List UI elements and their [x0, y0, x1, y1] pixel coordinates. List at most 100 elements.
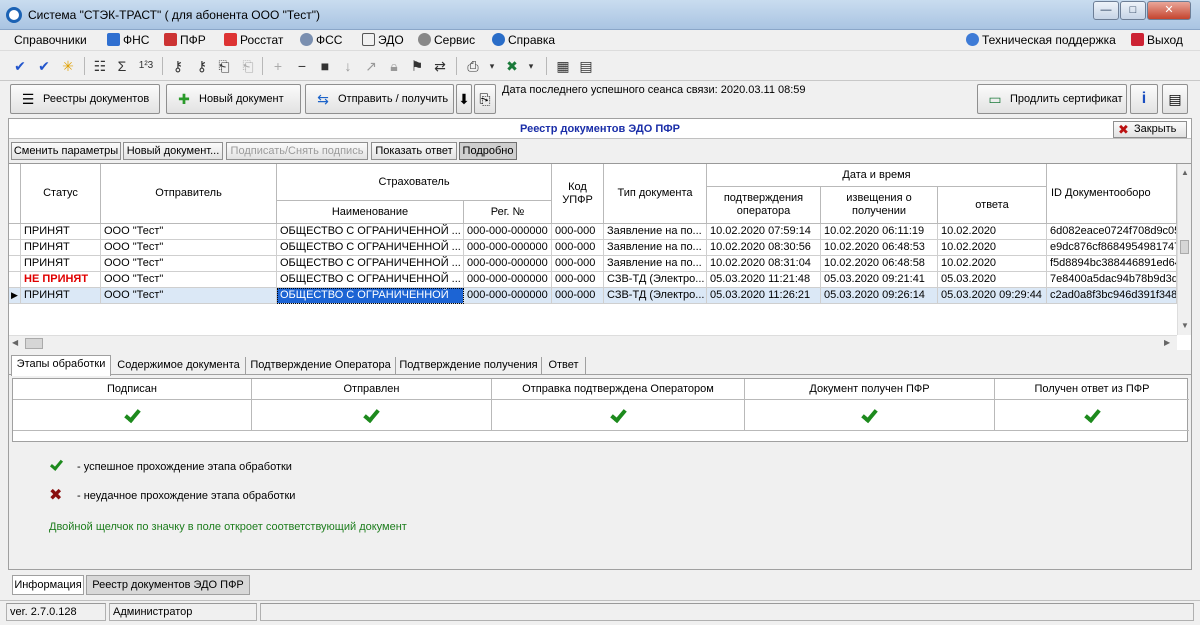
minus-icon[interactable]: −	[292, 56, 312, 76]
stage-sent-header: Отправлен	[252, 379, 492, 400]
cell-notice: 10.02.2020 06:48:58	[821, 256, 938, 272]
menu-help[interactable]: Справка	[492, 33, 555, 47]
header-sender[interactable]: Отправитель	[101, 164, 277, 224]
tab-edo-pfr-registry[interactable]: Реестр документов ЭДО ПФР	[86, 575, 250, 595]
new-document-button[interactable]: ✚ Новый документ	[166, 84, 301, 114]
close-window-button[interactable]: ✕	[1147, 1, 1191, 20]
cell-id: e9dc876cf8684954981747	[1047, 240, 1177, 256]
gear-icon	[418, 33, 431, 46]
table-row[interactable]: ПРИНЯТ ООО "Тест" ОБЩЕСТВО С ОГРАНИЧЕННО…	[9, 256, 1177, 272]
arrow-down-icon[interactable]: ↓	[338, 56, 358, 76]
tab-document-content[interactable]: Содержимое документа	[112, 357, 246, 375]
table-row[interactable]: ПРИНЯТ ООО "Тест" ОБЩЕСТВО С ОГРАНИЧЕННО…	[9, 224, 1177, 240]
renew-certificate-button[interactable]: ▭ Продлить сертификат	[977, 84, 1127, 114]
sum-icon[interactable]: Σ	[112, 56, 132, 76]
close-registry-button[interactable]: ✖ Закрыть	[1113, 121, 1187, 138]
registries-button[interactable]: ☰ Реестры документов	[10, 84, 160, 114]
support-menu[interactable]: Техническая поддержка	[966, 33, 1116, 47]
tab-operator-confirmation[interactable]: Подтверждение Оператора	[246, 357, 396, 375]
check-icon[interactable]	[1083, 405, 1101, 424]
maximize-button[interactable]: □	[1120, 1, 1146, 20]
check-icon[interactable]	[861, 405, 878, 424]
minimize-button[interactable]: —	[1093, 1, 1119, 20]
stage-signed-cell[interactable]	[13, 400, 252, 431]
table-row[interactable]: НЕ ПРИНЯТ ООО "Тест" ОБЩЕСТВО С ОГРАНИЧЕ…	[9, 272, 1177, 288]
transfer-icon[interactable]: ⇄	[430, 56, 450, 76]
header-answer[interactable]: ответа	[938, 187, 1047, 224]
chevron-down-icon[interactable]: ▾	[521, 56, 541, 76]
check-icon[interactable]: ✔	[10, 56, 30, 76]
header-flow-id[interactable]: ID Документооборо	[1047, 164, 1177, 224]
checklist-icon[interactable]: ☷	[90, 56, 110, 76]
cell-confirm: 10.02.2020 08:31:04	[707, 256, 821, 272]
header-reg[interactable]: Рег. №	[464, 201, 552, 224]
numbering-icon[interactable]: 1²3	[136, 56, 156, 76]
stage-operator-confirmed-cell[interactable]	[492, 400, 745, 431]
sparkle-icon[interactable]: ✳	[58, 56, 78, 76]
header-upfr[interactable]: Код УПФР	[552, 164, 604, 224]
menu-edo[interactable]: ЭДО	[362, 33, 404, 47]
scroll-down-icon[interactable]: ▼	[1181, 321, 1189, 330]
show-answer-button[interactable]: Показать ответ	[371, 142, 457, 160]
scroll-up-icon[interactable]: ▲	[1181, 168, 1189, 177]
menu-directories[interactable]: Справочники	[14, 33, 87, 47]
tab-processing-stages[interactable]: Этапы обработки	[11, 355, 111, 376]
plus-icon[interactable]: +	[268, 56, 288, 76]
chevron-down-icon[interactable]: ▾	[482, 56, 502, 76]
exit-menu[interactable]: Выход	[1131, 33, 1183, 47]
header-operator-confirm[interactable]: подтверждения оператора	[707, 187, 821, 224]
menu-fss[interactable]: ФСС	[300, 33, 342, 47]
new-document-small-button[interactable]: Новый документ...	[123, 142, 223, 160]
horizontal-scrollbar[interactable]: ◀ ▶	[9, 335, 1177, 350]
menu-pfr[interactable]: ПФР	[164, 33, 206, 47]
info-button[interactable]: i	[1130, 84, 1158, 114]
menu-fns[interactable]: ФНС	[107, 33, 149, 47]
stage-answer-received-cell[interactable]	[995, 400, 1189, 431]
stage-sent-cell[interactable]	[252, 400, 492, 431]
details-button[interactable]: Подробно	[459, 142, 517, 160]
scroll-left-icon[interactable]: ◀	[12, 338, 18, 347]
cell-upfr: 000-000	[552, 224, 604, 240]
table-row[interactable]: ПРИНЯТ ООО "Тест" ОБЩЕСТВО С ОГРАНИЧЕННО…	[9, 240, 1177, 256]
archive-button[interactable]: ⎘	[474, 84, 496, 114]
cell-name-focused[interactable]: ОБЩЕСТВО С ОГРАНИЧЕННОЙ	[277, 288, 464, 304]
sign-button[interactable]: Подписать/Снять подпись	[226, 142, 368, 160]
key-icon[interactable]: ⚷	[168, 56, 188, 76]
check-icon[interactable]	[123, 405, 141, 424]
excel-icon[interactable]: ✖	[502, 56, 522, 76]
tab-answer[interactable]: Ответ	[542, 357, 586, 375]
header-name[interactable]: Наименование	[277, 201, 464, 224]
header-status[interactable]: Статус	[21, 164, 101, 224]
header-receipt-notice[interactable]: извещения о получении	[821, 187, 938, 224]
stage-received-pfr-cell[interactable]	[745, 400, 995, 431]
pin-icon[interactable]: ↗	[361, 56, 381, 76]
download-button[interactable]: ⬇	[456, 84, 472, 114]
certificate-icon[interactable]: ⎗	[214, 56, 234, 76]
document-icon[interactable]: ▤	[576, 56, 596, 76]
calculator-icon[interactable]: ▦	[553, 56, 573, 76]
report-button[interactable]: ▤	[1162, 84, 1188, 114]
tab-receipt-confirmation[interactable]: Подтверждение получения	[396, 357, 542, 375]
check-icon[interactable]	[363, 405, 380, 424]
send-receive-button[interactable]: ⇆ Отправить / получить	[305, 84, 454, 114]
cell-doctype: Заявление на по...	[604, 224, 707, 240]
scroll-thumb[interactable]	[1180, 240, 1189, 254]
last-session-status: Дата последнего успешного сеанса связи: …	[502, 84, 806, 96]
certificate-disabled-icon[interactable]: ⎗	[238, 56, 258, 76]
key2-icon[interactable]: ⚷	[192, 56, 212, 76]
hscroll-thumb[interactable]	[25, 338, 43, 349]
stop-icon[interactable]: ■	[315, 56, 335, 76]
change-params-button[interactable]: Сменить параметры	[11, 142, 121, 160]
print-icon[interactable]: ⎙	[463, 56, 483, 76]
menu-rosstat[interactable]: Росстат	[224, 33, 283, 47]
lock-icon[interactable]: 🔒︎	[384, 56, 404, 76]
menu-service[interactable]: Сервис	[418, 33, 475, 47]
table-row-selected[interactable]: ▶ ПРИНЯТ ООО "Тест" ОБЩЕСТВО С ОГРАНИЧЕН…	[9, 288, 1177, 304]
scroll-right-icon[interactable]: ▶	[1164, 338, 1170, 347]
header-doctype[interactable]: Тип документа	[604, 164, 707, 224]
filter-icon[interactable]: ⚑	[407, 56, 427, 76]
check-all-icon[interactable]: ✔	[34, 56, 54, 76]
check-icon[interactable]	[609, 405, 627, 424]
vertical-scrollbar[interactable]: ▲ ▼	[1177, 164, 1191, 335]
tab-information[interactable]: Информация	[12, 575, 84, 595]
